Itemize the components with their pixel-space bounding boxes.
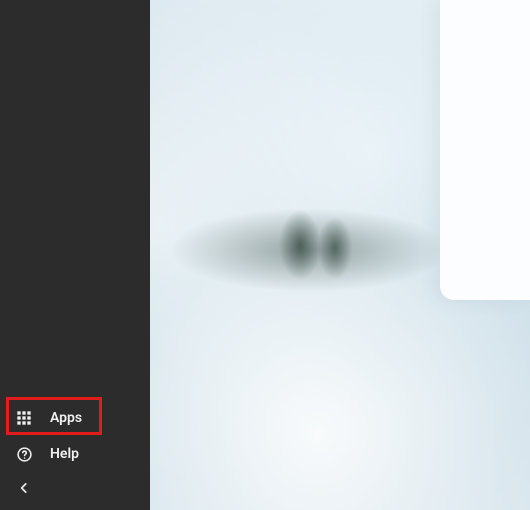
sidebar-bottom: Apps Help	[0, 400, 150, 510]
sidebar-item-help[interactable]: Help	[0, 436, 150, 472]
chevron-left-icon	[14, 478, 34, 498]
sidebar-item-label: Apps	[50, 410, 82, 426]
help-circle-icon	[14, 444, 34, 464]
sidebar-collapse-button[interactable]	[0, 472, 150, 504]
floating-panel	[440, 0, 530, 300]
sidebar-spacer	[0, 0, 150, 400]
sidebar-item-label: Help	[50, 446, 79, 462]
apps-grid-icon	[14, 408, 34, 428]
sidebar: Apps Help	[0, 0, 150, 510]
viewport: Apps Help	[0, 0, 530, 510]
sidebar-item-apps[interactable]: Apps	[0, 400, 150, 436]
